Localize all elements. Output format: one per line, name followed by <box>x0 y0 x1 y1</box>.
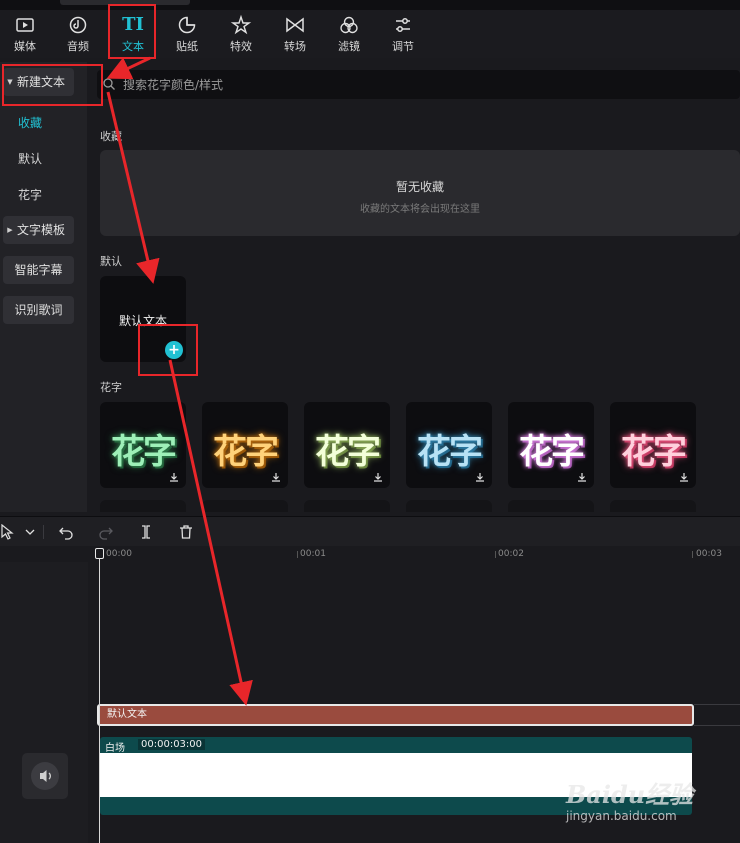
flower-preset-card-partial[interactable] <box>508 500 594 512</box>
tab-audio[interactable]: 音频 <box>58 10 98 58</box>
search-icon <box>103 78 115 90</box>
flower-preset-glyph: 花字 <box>315 432 381 472</box>
search-bar <box>97 70 740 99</box>
tab-transition-label: 转场 <box>284 40 306 53</box>
flower-preset-card[interactable]: 花字 <box>202 402 288 488</box>
flower-preset-glyph: 花字 <box>519 432 585 472</box>
text-track-empty <box>694 704 740 726</box>
tab-filter[interactable]: 滤镜 <box>329 10 369 58</box>
sidebar-item-flower[interactable]: 花字 <box>18 186 42 203</box>
playhead-handle[interactable] <box>95 548 104 559</box>
sidebar-item-default[interactable]: 默认 <box>18 150 42 167</box>
flower-preset-card[interactable]: 花字 <box>610 402 696 488</box>
redo-icon[interactable] <box>98 524 114 540</box>
sidebar-item-favorites[interactable]: 收藏 <box>18 114 42 131</box>
favorites-empty-state: 暂无收藏 收藏的文本将会出现在这里 <box>100 150 740 236</box>
tab-media[interactable]: 媒体 <box>5 10 45 58</box>
flower-preset-glyph: 花字 <box>111 432 177 472</box>
default-section-title: 默认 <box>100 255 122 268</box>
flower-preset-card-partial[interactable] <box>610 500 696 512</box>
favorites-section-title: 收藏 <box>100 130 122 143</box>
ruler-tick-mark <box>495 551 496 558</box>
annotation-box-text-tab <box>108 4 156 59</box>
watermark-logo-text: Baidu经验 <box>566 780 694 809</box>
text-template-label: 文字模板 <box>17 223 66 237</box>
favorites-empty-title: 暂无收藏 <box>395 180 444 194</box>
favorites-empty-hint: 收藏的文本将会出现在这里 <box>360 204 480 215</box>
adjust-icon <box>396 18 410 32</box>
annotation-box-add-button <box>138 324 198 376</box>
flower-preset-glyph: 花字 <box>213 432 279 472</box>
annotation-box-new-text <box>2 64 103 106</box>
download-icon[interactable] <box>679 472 689 482</box>
ruler-tick: 00:03 <box>696 549 722 559</box>
download-icon[interactable] <box>577 472 587 482</box>
video-clip-name: 白场 <box>105 743 125 754</box>
flower-section-title: 花字 <box>100 381 122 394</box>
flower-preset-card[interactable]: 花字 <box>304 402 390 488</box>
flower-preset-card[interactable]: 花字 <box>508 402 594 488</box>
recognize-lyrics-button[interactable]: 识别歌词 <box>3 296 74 324</box>
download-icon[interactable] <box>373 472 383 482</box>
sticker-icon <box>178 16 196 34</box>
delete-icon[interactable] <box>178 524 194 540</box>
text-template-category[interactable]: ▶ 文字模板 <box>3 216 74 244</box>
filter-icon <box>340 16 358 34</box>
download-icon[interactable] <box>271 472 281 482</box>
effects-icon <box>230 14 252 35</box>
toolbar-divider <box>43 525 44 539</box>
search-input[interactable] <box>123 70 723 99</box>
tab-adjust[interactable]: 调节 <box>383 10 423 58</box>
text-library-panel: 收藏 暂无收藏 收藏的文本将会出现在这里 默认 默认文本 + 花字 花字 花字 … <box>87 62 740 512</box>
tab-sticker[interactable]: 贴纸 <box>167 10 207 58</box>
tab-adjust-label: 调节 <box>392 40 414 53</box>
ruler-tick-mark <box>692 551 693 558</box>
flower-preset-card-partial[interactable] <box>304 500 390 512</box>
audio-icon <box>69 16 87 34</box>
timeline-toolbar <box>0 516 740 546</box>
split-icon[interactable] <box>138 524 154 540</box>
chevron-down-icon[interactable] <box>22 524 38 540</box>
ruler-tick: 00:02 <box>498 549 524 559</box>
undo-icon[interactable] <box>58 524 74 540</box>
tab-audio-label: 音频 <box>67 40 89 53</box>
tab-sticker-label: 贴纸 <box>176 40 198 53</box>
tab-transition[interactable]: 转场 <box>275 10 315 58</box>
select-cursor-icon[interactable] <box>0 524 16 540</box>
track-mute-button[interactable] <box>22 753 68 799</box>
flower-preset-card-partial[interactable] <box>202 500 288 512</box>
flower-preset-glyph: 花字 <box>417 432 483 472</box>
flower-preset-glyph: 花字 <box>621 432 687 472</box>
flower-preset-card[interactable]: 花字 <box>100 402 186 488</box>
media-icon <box>16 18 34 32</box>
playhead-line[interactable] <box>99 550 100 843</box>
smart-subtitle-button[interactable]: 智能字幕 <box>3 256 74 284</box>
flower-preset-card[interactable]: 花字 <box>406 402 492 488</box>
flower-preset-card-partial[interactable] <box>100 500 186 512</box>
flower-preset-card-partial[interactable] <box>406 500 492 512</box>
ruler-tick: 00:00 <box>106 549 132 559</box>
ruler-tick-mark <box>297 551 298 558</box>
tab-media-label: 媒体 <box>14 40 36 53</box>
tab-filter-label: 滤镜 <box>338 40 360 53</box>
download-icon[interactable] <box>169 472 179 482</box>
video-clip-duration: 00:00:03:00 <box>138 739 206 750</box>
watermark-url: jingyan.baidu.com <box>566 809 677 823</box>
timeline-ruler[interactable]: 00:00 00:01 00:02 00:03 <box>0 546 740 562</box>
baidu-jingyan-watermark: Baidu经验 jingyan.baidu.com <box>566 775 736 835</box>
text-category-sidebar: ▼ 新建文本 收藏 默认 花字 ▶ 文字模板 智能字幕 识别歌词 <box>0 62 87 512</box>
download-icon[interactable] <box>475 472 485 482</box>
track-header-column <box>0 562 88 843</box>
speaker-icon <box>31 762 59 790</box>
tab-effects[interactable]: 特效 <box>221 10 261 58</box>
ruler-tick: 00:01 <box>300 549 326 559</box>
transition-icon <box>286 17 304 33</box>
caret-right-icon: ▶ <box>7 226 13 234</box>
text-clip[interactable]: 默认文本 <box>97 704 694 726</box>
tab-effects-label: 特效 <box>230 40 252 53</box>
